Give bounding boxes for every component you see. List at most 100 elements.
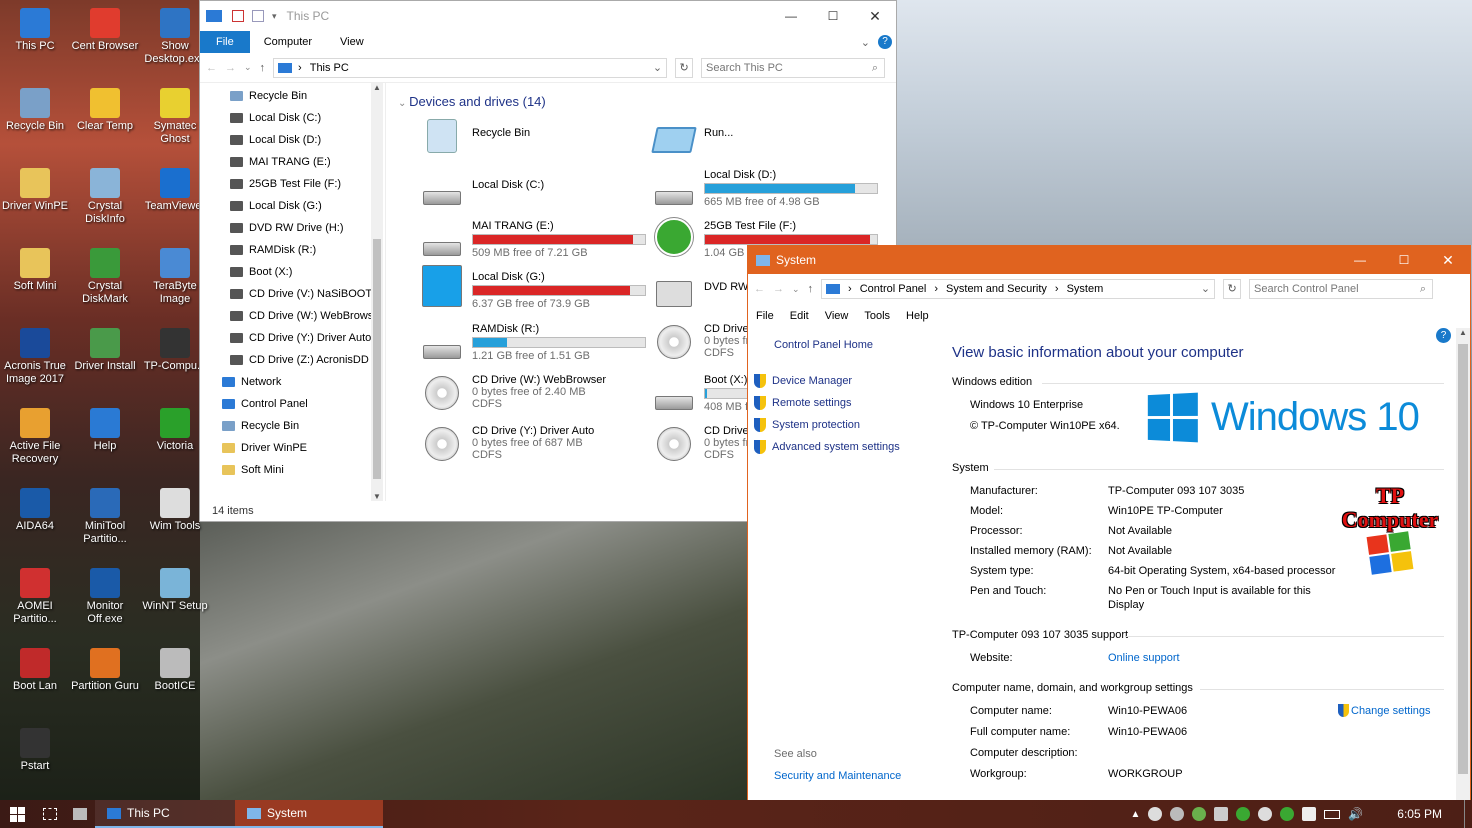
drive-tile[interactable]: Local Disk (D:) 665 MB free of 4.98 GB	[654, 169, 878, 208]
properties-icon[interactable]	[232, 10, 244, 22]
scroll-up-icon[interactable]: ▲	[371, 83, 383, 99]
drive-tile[interactable]: RAMDisk (R:) 1.21 GB free of 1.51 GB	[422, 323, 646, 362]
security-maintenance-link[interactable]: Security and Maintenance	[774, 770, 901, 782]
nav-item[interactable]: Recycle Bin	[222, 415, 385, 437]
search-input[interactable]: Search This PC ⌕	[701, 57, 886, 78]
section-header[interactable]: ⌄ Devices and drives (14)	[398, 94, 546, 109]
scroll-thumb[interactable]	[1458, 344, 1468, 774]
nav-item[interactable]: CD Drive (W:) WebBrows	[230, 305, 385, 327]
tab-computer[interactable]: Computer	[250, 31, 326, 53]
side-link[interactable]: Remote settings	[754, 392, 900, 414]
desktop-icon[interactable]: Monitor Off.exe	[70, 568, 140, 626]
start-button[interactable]	[0, 800, 35, 828]
recent-dropdown-icon[interactable]: ⌄	[792, 284, 800, 295]
desktop-icon[interactable]: Acronis True Image 2017	[0, 328, 70, 386]
tray-app-icon[interactable]	[1192, 807, 1207, 821]
refresh-icon[interactable]: ↻	[1223, 279, 1242, 299]
pinned-app-button[interactable]	[65, 800, 95, 828]
drive-tile[interactable]: CD Drive (W:) WebBrowser 0 bytes free of …	[422, 374, 606, 410]
taskbar-item-this-pc[interactable]: This PC	[95, 800, 235, 828]
side-link[interactable]: System protection	[754, 414, 900, 436]
online-support-link[interactable]: Online support	[1108, 652, 1180, 664]
desktop-icon[interactable]: Clear Temp	[70, 88, 140, 133]
tray-app-icon[interactable]	[1302, 807, 1317, 821]
clock[interactable]: 6:05 PM	[1397, 807, 1442, 821]
scroll-up-icon[interactable]: ▲	[1456, 328, 1470, 344]
back-icon[interactable]: ←	[206, 62, 217, 74]
desktop-icon[interactable]: AIDA64	[0, 488, 70, 533]
nav-item[interactable]: Driver WinPE	[222, 437, 385, 459]
menu-item-tools[interactable]: Tools	[864, 310, 890, 322]
tray-app-icon[interactable]	[1280, 807, 1295, 821]
nav-item[interactable]: CD Drive (Y:) Driver Auto	[230, 327, 385, 349]
tray-app-icon[interactable]	[1148, 807, 1163, 821]
desktop-icon[interactable]: Partition Guru	[70, 648, 140, 693]
menu-item-help[interactable]: Help	[906, 310, 929, 322]
search-input[interactable]: Search Control Panel ⌕	[1249, 279, 1434, 299]
new-folder-icon[interactable]	[252, 10, 264, 22]
nav-item[interactable]: Network	[222, 371, 385, 393]
desktop-icon[interactable]: Boot Lan	[0, 648, 70, 693]
desktop-icon[interactable]: WinNT Setup	[140, 568, 210, 613]
forward-icon[interactable]: →	[225, 62, 236, 74]
address-dropdown-icon[interactable]: ⌄	[1201, 280, 1210, 298]
desktop-icon[interactable]: Pstart	[0, 728, 70, 773]
nav-item[interactable]: CD Drive (V:) NaSiBOOT	[230, 283, 385, 305]
back-icon[interactable]: ←	[754, 283, 765, 295]
tray-app-icon[interactable]	[1236, 807, 1251, 821]
show-hidden-icons[interactable]: ▲	[1130, 809, 1140, 820]
drive-tile[interactable]: Local Disk (G:) 6.37 GB free of 73.9 GB	[422, 265, 646, 310]
nav-item[interactable]: Boot (X:)	[230, 261, 385, 283]
desktop-icon[interactable]: Crystal DiskMark	[70, 248, 140, 306]
desktop-icon[interactable]: Recycle Bin	[0, 88, 70, 133]
desktop-icon[interactable]: Crystal DiskInfo	[70, 168, 140, 226]
desktop-icon[interactable]: Cent Browser	[70, 8, 140, 53]
nav-item[interactable]: MAI TRANG (E:)	[230, 151, 385, 173]
breadcrumb-system-security[interactable]: System and Security	[946, 280, 1047, 298]
desktop-icon[interactable]: Driver Install	[70, 328, 140, 373]
desktop-icon[interactable]: This PC	[0, 8, 70, 53]
nav-item[interactable]: RAMDisk (R:)	[230, 239, 385, 261]
nav-item[interactable]: Soft Mini	[222, 459, 385, 481]
tray-app-icon[interactable]	[1214, 807, 1229, 821]
help-icon[interactable]: ?	[1436, 328, 1451, 343]
recent-dropdown-icon[interactable]: ⌄	[244, 62, 252, 73]
forward-icon[interactable]: →	[773, 283, 784, 295]
system-scrollbar[interactable]: ▲	[1456, 328, 1470, 800]
nav-item[interactable]: Control Panel	[222, 393, 385, 415]
nav-item[interactable]: CD Drive (Z:) AcronisDD	[230, 349, 385, 371]
maximize-button[interactable]: ☐	[812, 1, 854, 31]
nav-scrollbar[interactable]: ▲ ▼	[371, 83, 383, 501]
drive-tile[interactable]: Run...	[651, 117, 733, 153]
drive-tile[interactable]: Local Disk (C:)	[422, 169, 544, 205]
tray-app-icon[interactable]	[1258, 807, 1273, 821]
desktop-icon[interactable]: MiniTool Partitio...	[70, 488, 140, 546]
close-button[interactable]: ✕	[1426, 246, 1470, 274]
tab-view[interactable]: View	[326, 31, 378, 53]
nav-item[interactable]: Recycle Bin	[230, 85, 385, 107]
task-view-button[interactable]	[35, 800, 65, 828]
change-settings-link[interactable]: Change settings	[1338, 704, 1431, 717]
nav-item[interactable]: Local Disk (D:)	[230, 129, 385, 151]
up-icon[interactable]: ↑	[808, 283, 814, 295]
minimize-button[interactable]: —	[1338, 246, 1382, 274]
tray-app-icon[interactable]	[1170, 807, 1185, 821]
close-button[interactable]: ✕	[854, 1, 896, 31]
nav-item[interactable]: DVD RW Drive (H:)	[230, 217, 385, 239]
nav-item[interactable]: Local Disk (C:)	[230, 107, 385, 129]
up-icon[interactable]: ↑	[260, 62, 266, 74]
minimize-button[interactable]: —	[770, 1, 812, 31]
menu-item-file[interactable]: File	[756, 310, 774, 322]
side-link[interactable]: Advanced system settings	[754, 436, 900, 458]
drive-tile[interactable]: MAI TRANG (E:) 509 MB free of 7.21 GB	[422, 220, 646, 259]
scroll-thumb[interactable]	[373, 239, 381, 479]
desktop-icon[interactable]: BootICE	[140, 648, 210, 693]
breadcrumb-control-panel[interactable]: Control Panel	[860, 280, 927, 298]
tab-file[interactable]: File	[200, 31, 250, 53]
drive-tile[interactable]: CD Drive (Y:) Driver Auto 0 bytes free of…	[422, 425, 594, 461]
ribbon-expand-icon[interactable]: ⌄	[861, 36, 870, 49]
qat-dropdown-icon[interactable]: ▾	[272, 11, 277, 22]
breadcrumb[interactable]: › Control Panel › System and Security › …	[821, 279, 1216, 299]
volume-icon[interactable]: 🔊	[1348, 807, 1363, 821]
scroll-down-icon[interactable]: ▼	[371, 492, 383, 501]
